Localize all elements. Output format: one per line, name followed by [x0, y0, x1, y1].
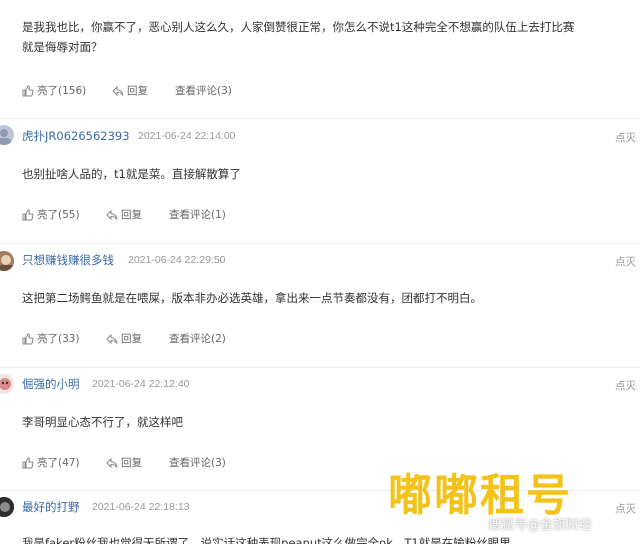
- thumbs-up-icon: [22, 84, 34, 96]
- report-button[interactable]: 点灭: [615, 254, 636, 269]
- like-count: 亮了(156): [37, 85, 87, 97]
- timestamp: 2021-06-24 22:14:00: [138, 130, 236, 142]
- reply-button[interactable]: 回复: [106, 207, 142, 222]
- reply-button[interactable]: 回复: [112, 83, 148, 98]
- reply-button[interactable]: 回复: [106, 331, 142, 346]
- reply-label: 回复: [127, 85, 148, 97]
- like-count: 亮了(47): [37, 457, 80, 469]
- timestamp: 2021-06-24 22:18:13: [92, 501, 190, 513]
- watermark: 嘟嘟租号: [388, 470, 572, 521]
- like-count: 亮了(55): [37, 209, 80, 221]
- report-button[interactable]: 点灭: [615, 501, 636, 516]
- comment-text-line: 李哥明显心态不行了，就这样吧: [22, 415, 183, 429]
- watermark-source: 搜狐号@金旗财经: [488, 518, 593, 533]
- avatar[interactable]: [0, 251, 14, 271]
- reply-button[interactable]: 回复: [106, 455, 142, 470]
- reply-label: 回复: [121, 333, 142, 345]
- report-button[interactable]: 点灭: [615, 130, 636, 145]
- like-count: 亮了(33): [37, 333, 80, 345]
- avatar[interactable]: [0, 497, 14, 517]
- view-comments-link[interactable]: 查看评论(3): [169, 455, 226, 470]
- like-button[interactable]: 亮了(156): [22, 83, 86, 98]
- comment-item: 只想赚钱赚很多钱 2021-06-24 22:29:50 点灭 这把第二场鳄鱼就…: [0, 244, 640, 367]
- reply-icon: [112, 85, 124, 96]
- reply-label: 回复: [121, 209, 142, 221]
- thumbs-up-icon: [22, 332, 34, 344]
- reply-label: 回复: [121, 457, 142, 469]
- comment-text: 我是faker粉丝我也觉得无所谓了，说实话这种表现peanut这么做完全ok，T…: [22, 533, 632, 544]
- comment-text: 是我我也比，你赢不了，恶心别人这么久，人家倒赞很正常，你怎么不说t1这种完全不想…: [22, 17, 632, 57]
- view-comments-link[interactable]: 查看评论(2): [169, 331, 226, 346]
- comment-text-line: 也别扯啥人品的，t1就是菜。直接解散算了: [22, 167, 241, 181]
- comment-text: 李哥明显心态不行了，就这样吧: [22, 412, 632, 432]
- like-button[interactable]: 亮了(55): [22, 207, 80, 222]
- comment-text: 这把第二场鳄鱼就是在喂屎，版本非办必选英雄，拿出来一点节奏都没有，团都打不明白。: [22, 288, 632, 308]
- comment-text-line: 这把第二场鳄鱼就是在喂屎，版本非办必选英雄，拿出来一点节奏都没有，团都打不明白。: [22, 291, 482, 305]
- username[interactable]: 倔强的小明: [22, 376, 80, 392]
- username[interactable]: 只想赚钱赚很多钱: [22, 252, 114, 268]
- comment-text-line: 是我我也比，你赢不了，恶心别人这么久，人家倒赞很正常，你怎么不说t1这种完全不想…: [22, 20, 575, 34]
- report-button[interactable]: 点灭: [615, 378, 636, 393]
- thumbs-up-icon: [22, 208, 34, 220]
- view-comments-link[interactable]: 查看评论(3): [175, 83, 232, 98]
- username[interactable]: 虎扑JR0626562393: [22, 128, 130, 144]
- timestamp: 2021-06-24 22:12:40: [92, 378, 190, 390]
- timestamp: 2021-06-24 22:29:50: [128, 254, 226, 266]
- reply-icon: [106, 209, 118, 220]
- reply-icon: [106, 333, 118, 344]
- avatar[interactable]: [0, 374, 14, 394]
- thumbs-up-icon: [22, 456, 34, 468]
- reply-icon: [106, 457, 118, 468]
- like-button[interactable]: 亮了(33): [22, 331, 80, 346]
- comment-item: 虎扑JR0626562393 2021-06-24 22:14:00 点灭 也别…: [0, 119, 640, 243]
- comment-text: 也别扯啥人品的，t1就是菜。直接解散算了: [22, 164, 632, 184]
- like-button[interactable]: 亮了(47): [22, 455, 80, 470]
- username[interactable]: 最好的打野: [22, 499, 80, 515]
- comment-item: 是我我也比，你赢不了，恶心别人这么久，人家倒赞很正常，你怎么不说t1这种完全不想…: [0, 0, 640, 118]
- comment-text-line: 我是faker粉丝我也觉得无所谓了，说实话这种表现peanut这么做完全ok，T…: [22, 536, 511, 544]
- avatar[interactable]: [0, 125, 14, 145]
- view-comments-link[interactable]: 查看评论(1): [169, 207, 226, 222]
- comment-text-line: 就是侮辱对面？: [22, 40, 103, 54]
